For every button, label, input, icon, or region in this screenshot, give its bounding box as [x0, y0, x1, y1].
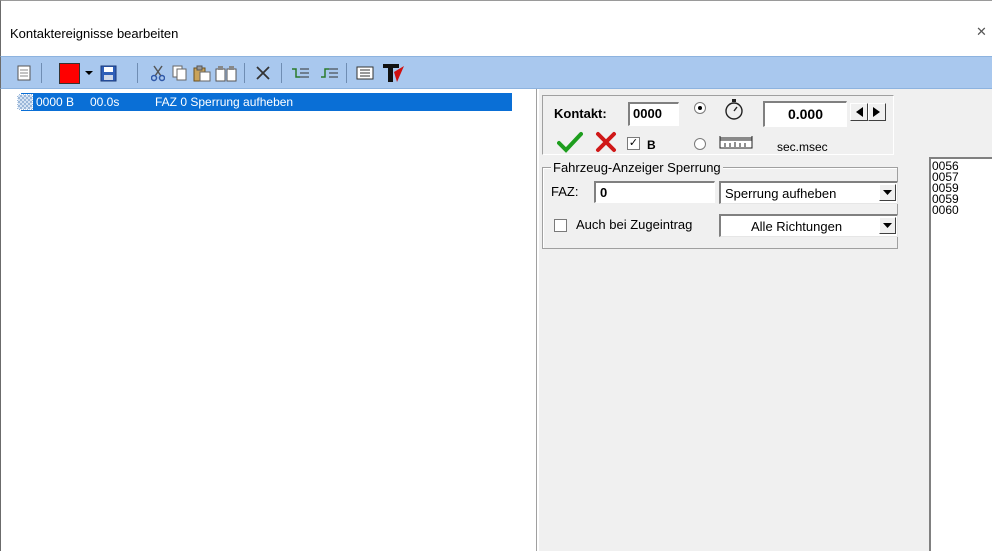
close-icon[interactable]: ✕: [976, 24, 987, 40]
list-item[interactable]: 0060: [932, 204, 992, 216]
arrow-left-icon: [856, 107, 863, 117]
b-label: B: [647, 138, 656, 152]
table-view-icon[interactable]: [354, 61, 376, 85]
edit-panel: Kontakt: 0000 0.000 ✓ B sec.msec Fahrzeu…: [539, 89, 992, 551]
event-time: 00.0s: [90, 95, 120, 109]
zugeintrag-label: Auch bei Zugeintrag: [576, 217, 693, 232]
faz-group: Fahrzeug-Anzeiger Sperrung FAZ: 0 Sperru…: [542, 160, 898, 249]
confirm-icon[interactable]: [557, 131, 583, 156]
paste-special-icon[interactable]: [214, 61, 238, 85]
unit-label: sec.msec: [777, 140, 828, 154]
copy-icon[interactable]: [171, 61, 189, 85]
time-input[interactable]: 0.000: [763, 101, 847, 127]
arrow-right-icon: [873, 107, 880, 117]
arrow-left-button[interactable]: [850, 103, 868, 121]
toolbar-separator: [244, 63, 245, 83]
event-description: FAZ 0 Sperrung aufheben: [155, 95, 294, 109]
zugeintrag-checkbox[interactable]: [554, 219, 567, 232]
kontakt-label: Kontakt:: [554, 106, 607, 121]
cancel-icon[interactable]: [595, 131, 617, 156]
color-dropdown-icon[interactable]: [84, 61, 94, 85]
chevron-down-icon[interactable]: [879, 184, 896, 201]
action-select-value: Sperrung aufheben: [725, 186, 837, 201]
color-swatch[interactable]: [57, 61, 81, 85]
window-titlebar: Kontaktereignisse bearbeiten ✕: [0, 0, 992, 56]
chevron-down-icon[interactable]: [879, 217, 896, 234]
stopwatch-icon: [723, 98, 745, 123]
group-title: Fahrzeug-Anzeiger Sperrung: [551, 160, 723, 175]
insert-after-icon[interactable]: [318, 61, 340, 85]
new-document-icon[interactable]: [15, 61, 33, 85]
row-icon: [17, 94, 33, 110]
text-tool-icon[interactable]: [381, 61, 407, 85]
save-icon[interactable]: [98, 61, 118, 85]
kontakt-input[interactable]: 0000: [628, 102, 679, 126]
toolbar-separator: [281, 63, 282, 83]
b-checkbox[interactable]: ✓: [627, 137, 640, 150]
paste-icon[interactable]: [192, 61, 212, 85]
window-title: Kontaktereignisse bearbeiten: [10, 26, 179, 41]
insert-before-icon[interactable]: [289, 61, 311, 85]
event-list[interactable]: 0000 B 00.0s FAZ 0 Sperrung aufheben: [0, 89, 537, 551]
toolbar-separator: [41, 63, 42, 83]
contact-box: Kontakt: 0000 0.000 ✓ B sec.msec: [542, 95, 894, 155]
arrow-right-button[interactable]: [868, 103, 886, 121]
radio-timer[interactable]: [694, 102, 706, 114]
direction-select[interactable]: Alle Richtungen: [719, 214, 898, 237]
contact-id-list[interactable]: 0056 0057 0059 0059 0060: [929, 157, 992, 551]
action-select[interactable]: Sperrung aufheben: [719, 181, 898, 204]
list-item[interactable]: 0000 B 00.0s FAZ 0 Sperrung aufheben: [17, 93, 512, 111]
ruler-icon: [719, 134, 753, 153]
faz-label: FAZ:: [551, 184, 579, 199]
color-swatch-fill: [58, 62, 80, 84]
event-contact: 0000 B: [36, 95, 75, 109]
toolbar-separator: [346, 63, 347, 83]
toolbar-separator: [137, 63, 138, 83]
radio-measure[interactable]: [694, 138, 706, 150]
delete-icon[interactable]: [253, 61, 273, 85]
cut-icon[interactable]: [149, 61, 167, 85]
toolbar: [0, 56, 992, 89]
direction-select-value: Alle Richtungen: [751, 219, 843, 234]
faz-input[interactable]: 0: [594, 181, 715, 203]
